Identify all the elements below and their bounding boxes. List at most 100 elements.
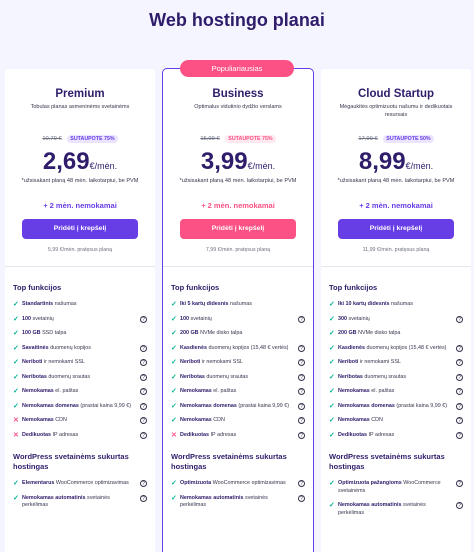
check-icon: ✓ (13, 359, 19, 366)
wordpress-section-title: WordPress svetainėms sukurtas hostingas (13, 452, 129, 471)
feature-detail: (prastai kaina 9,99 €) (78, 402, 132, 409)
check-icon: ✓ (329, 480, 335, 487)
add-to-cart-button[interactable]: Pridėti į krepšelį (180, 219, 296, 239)
feature-item: ✓ Optimizuota WooCommerce optimizavimas … (171, 480, 305, 488)
question-circle-icon[interactable]: ? (298, 359, 305, 366)
question-circle-icon[interactable]: ? (140, 359, 147, 366)
feature-highlight: Nemokamas (180, 388, 212, 394)
check-icon: ✓ (13, 301, 19, 308)
renewal-price: 11,99 €/mėn. pratęsus planą (362, 247, 430, 253)
cross-icon: ✕ (13, 417, 19, 424)
question-circle-icon[interactable]: ? (456, 402, 463, 410)
feature-item: ✓ Neribotas duomenų srautas ? (329, 373, 463, 382)
question-circle-icon[interactable]: ? (140, 344, 147, 352)
feature-detail: SSD talpa (40, 330, 67, 336)
feature-text: Savaitinės duomenų kopijos (22, 345, 91, 353)
price-period: €/mėn. (89, 161, 118, 171)
question-circle-icon[interactable]: ? (140, 431, 147, 439)
question-circle-icon[interactable]: ? (456, 373, 463, 381)
question-circle-icon[interactable]: ? (140, 373, 147, 381)
question-circle-icon[interactable]: ? (140, 402, 147, 410)
feature-item: ✓ Nemokamas automatinis svetainės perkėl… (13, 494, 147, 510)
plan-name: Cloud Startup (357, 88, 435, 100)
wordpress-section-title: WordPress svetainėms sukurtas hostingas (171, 452, 287, 471)
add-to-cart-button[interactable]: Pridėti į krepšelį (338, 219, 454, 239)
question-circle-icon[interactable]: ? (140, 480, 147, 487)
feature-item: ✓ Nemokamas domenas (prastai kaina 9,99 … (13, 402, 147, 411)
feature-text: Dedikuotas IP adresas (338, 432, 394, 440)
feature-highlight: Optimizuota pažangioms (338, 480, 402, 486)
divider (321, 266, 471, 267)
check-icon: ✓ (13, 402, 19, 410)
question-circle-icon[interactable]: ? (298, 402, 305, 410)
bonus-months: + 2 mėn. nemokamai (43, 201, 117, 210)
feature-text: Nemokamas automatinis svetainės perkėlim… (180, 495, 293, 510)
bonus-months: + 2 mėn. nemokamai (359, 201, 433, 210)
feature-highlight: Nemokamas domenas (22, 402, 79, 409)
feature-item: ✕ Nemokamas CDN ? (13, 417, 147, 425)
question-circle-icon[interactable]: ? (140, 417, 147, 424)
feature-detail: el. paštas (53, 388, 79, 394)
feature-item: ✓ Nemokamas domenas (prastai kaina 9,99 … (171, 402, 305, 411)
question-circle-icon[interactable]: ? (298, 494, 305, 502)
discount-row: 10,79 € SUTAUPOTE 75% (5, 135, 155, 143)
feature-text: Neriboti ir nemokami SSL (338, 359, 401, 367)
question-circle-icon[interactable]: ? (298, 431, 305, 439)
wordpress-feature-list: ✓ Elementarus WooCommerce optimizavimas … (13, 480, 147, 517)
feature-item: ✕ Dedikuotas IP adresas ? (171, 431, 305, 440)
check-icon: ✓ (329, 344, 335, 352)
question-circle-icon[interactable]: ? (298, 388, 305, 395)
feature-highlight: Neribotas (22, 373, 47, 380)
feature-item: ✓ 100 GB SSD talpa (13, 330, 147, 338)
feature-detail: WooCommerce optimizavimas (54, 480, 129, 486)
question-circle-icon[interactable]: ? (456, 359, 463, 366)
question-circle-icon[interactable]: ? (456, 480, 463, 487)
add-to-cart-button[interactable]: Pridėti į krepšelį (22, 219, 138, 239)
question-circle-icon[interactable]: ? (456, 417, 463, 424)
popular-badge: Populiariausias (180, 60, 294, 77)
feature-text: Standartinis našumas (22, 301, 77, 309)
question-circle-icon[interactable]: ? (298, 315, 305, 323)
feature-item: ✓ Neribotas duomenų srautas ? (171, 373, 305, 382)
price-period: €/mėn. (405, 161, 434, 171)
question-circle-icon[interactable]: ? (140, 494, 147, 502)
feature-detail: CDN (53, 417, 67, 423)
top-features-title: Top funkcijos (171, 283, 220, 292)
feature-highlight: Nemokamas automatinis (22, 494, 86, 501)
feature-detail: našumas (228, 301, 252, 307)
check-icon: ✓ (329, 330, 335, 337)
renewal-price: 7,99 €/mėn. pratęsus planą (205, 247, 271, 253)
feature-text: Nemokamas domenas (prastai kaina 9,99 €) (338, 403, 447, 411)
question-circle-icon[interactable]: ? (456, 315, 463, 323)
feature-item: ✓ Kasdienės duomenų kopijos (15,48 € ver… (171, 344, 305, 353)
divider (5, 266, 155, 267)
question-circle-icon[interactable]: ? (456, 502, 463, 509)
wordpress-feature-list: ✓ Optimizuota pažangioms WooCommerce sve… (329, 480, 463, 524)
feature-highlight: Nemokamas domenas (180, 402, 237, 409)
question-circle-icon[interactable]: ? (456, 344, 463, 352)
question-circle-icon[interactable]: ? (140, 315, 147, 323)
feature-item: ✓ Dedikuotas IP adresas ? (329, 431, 463, 440)
check-icon: ✓ (329, 502, 335, 509)
question-circle-icon[interactable]: ? (298, 417, 305, 424)
check-icon: ✓ (13, 330, 19, 337)
feature-item: ✓ Neriboti ir nemokami SSL ? (329, 359, 463, 367)
question-circle-icon[interactable]: ? (298, 344, 305, 352)
question-circle-icon[interactable]: ? (456, 388, 463, 395)
feature-detail: duomenų kopijos (15,48 € vertės) (364, 344, 447, 351)
feature-highlight: 200 GB (338, 330, 357, 336)
feature-text: Neriboti ir nemokami SSL (180, 359, 243, 367)
feature-item: ✓ 100 svetainių ? (171, 315, 305, 324)
check-icon: ✓ (13, 388, 19, 395)
feature-highlight: 300 (338, 315, 347, 322)
check-icon: ✓ (171, 330, 177, 337)
question-circle-icon[interactable]: ? (140, 388, 147, 395)
question-circle-icon[interactable]: ? (456, 431, 463, 439)
plan-description: Optimalus vidutinio dydžio verslams (194, 104, 282, 110)
question-circle-icon[interactable]: ? (298, 480, 305, 487)
feature-highlight: 100 GB (22, 330, 41, 336)
question-circle-icon[interactable]: ? (298, 373, 305, 381)
feature-highlight: Dedikuotas (180, 431, 210, 438)
plan-description: Tobulas planas asmeninėms svetainėms (30, 104, 130, 110)
check-icon: ✓ (329, 373, 335, 381)
